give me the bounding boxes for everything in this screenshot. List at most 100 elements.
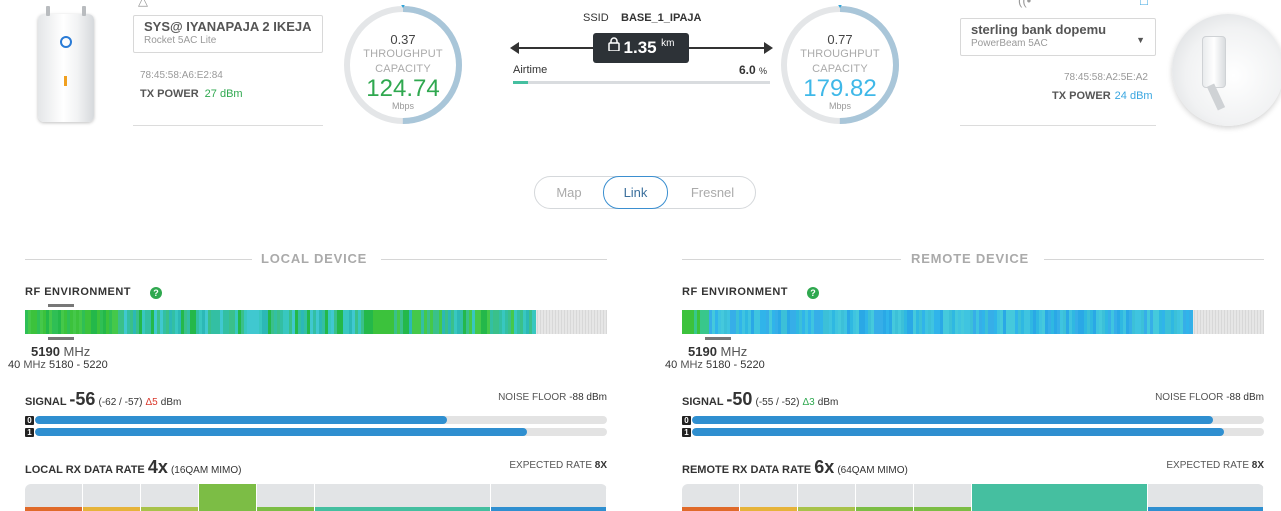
remote-noise-floor: NOISE FLOOR -88 dBm (1104, 392, 1264, 403)
local-tx-power-label: TX POWER (140, 88, 199, 100)
local-frequency: 5190 MHz (31, 344, 90, 359)
local-capacity-label: CAPACITY (375, 63, 431, 75)
local-channel-width: 40 MHz 5180 - 5220 (8, 359, 108, 371)
remote-tx-power: TX POWER 24 dBm (1052, 90, 1153, 102)
local-chain1-track (35, 428, 607, 436)
help-icon[interactable]: ? (150, 287, 162, 299)
local-freq-marker-top (48, 304, 74, 307)
remote-rate-label: REMOTE RX DATA RATE (682, 464, 812, 476)
local-chain0-label: 0 (25, 416, 34, 425)
remote-rate-segment (914, 484, 972, 511)
external-link-icon[interactable]: □ (1140, 0, 1154, 8)
remote-chain0-fill (692, 416, 1213, 424)
local-capacity-value: 124.74 (366, 75, 440, 102)
remote-freq-marker (705, 337, 731, 340)
local-noise-value: -88 dBm (569, 392, 607, 403)
local-chain0-track (35, 416, 607, 424)
local-device-title: LOCAL DEVICE (261, 251, 368, 266)
remote-signal-chains: (-55 / -52) (755, 397, 800, 408)
local-width-value: 40 (8, 359, 21, 371)
tab-fresnel[interactable]: Fresnel (668, 177, 757, 208)
remote-signal: SIGNAL -50 (-55 / -52) Δ3 dBm (682, 389, 838, 410)
remote-tx-power-value: 24 dBm (1114, 90, 1153, 102)
remote-rate-segment (856, 484, 914, 511)
chevron-down-icon: ▼ (1136, 35, 1145, 45)
remote-width-unit: MHz (680, 359, 703, 371)
remote-rate-segment (1148, 484, 1264, 511)
remote-divider (960, 125, 1156, 126)
local-tx-power: TX POWER 27 dBm (140, 88, 243, 100)
remote-device-model: PowerBeam 5AC (971, 38, 1048, 49)
remote-device-select[interactable]: sterling bank dopemu PowerBeam 5AC ▼ (960, 18, 1156, 56)
remote-title-line-left (682, 259, 901, 260)
local-signal-delta: Δ5 (145, 397, 158, 408)
local-rate-value: 4x (147, 457, 168, 477)
local-freq-unit: MHz (63, 344, 91, 359)
remote-tx-power-label: TX POWER (1052, 90, 1111, 102)
local-title-line-left (25, 259, 252, 260)
local-expected-label: EXPECTED RATE (509, 460, 592, 471)
remote-device-name: sterling bank dopemu (971, 22, 1107, 37)
ssid-value: BASE_1_IPAJA (621, 12, 702, 24)
local-rate-segment (141, 484, 199, 511)
tab-link[interactable]: Link (603, 176, 668, 209)
remote-expected-rate: EXPECTED RATE 8X (1104, 460, 1264, 471)
local-tx-power-value: 27 dBm (204, 88, 243, 100)
local-freq-value: 5190 (31, 344, 60, 359)
help-icon[interactable]: ? (807, 287, 819, 299)
local-expected-rate: EXPECTED RATE 8X (447, 460, 607, 471)
local-expected-value: 8X (594, 460, 607, 471)
local-capacity-gauge: 0.37 THROUGHPUT CAPACITY 124.74 Mbps (343, 3, 463, 125)
remote-freq-range: 5180 - 5220 (705, 359, 765, 371)
local-spectrum-fill (25, 310, 536, 334)
local-signal-unit: dBm (160, 397, 182, 408)
local-signal-chains: (-62 / -57) (98, 397, 143, 408)
arrow-right-icon (764, 42, 773, 54)
remote-spectrum-bar (682, 310, 1264, 334)
local-signal-label: SIGNAL (25, 396, 67, 408)
local-throughput-value: 0.37 (390, 32, 416, 47)
local-rate-segment (25, 484, 83, 511)
remote-chain1-track (692, 428, 1264, 436)
remote-capacity-label: CAPACITY (812, 63, 868, 75)
remote-rate-segment (972, 484, 1148, 511)
remote-channel-width: 40 MHz 5180 - 5220 (665, 359, 765, 371)
remote-chain1-fill (692, 428, 1224, 436)
remote-rate-segment (740, 484, 798, 511)
local-rf-title: RF ENVIRONMENT (25, 286, 131, 298)
tab-map[interactable]: Map (535, 177, 603, 208)
antenna-icon: △ (138, 0, 148, 8)
remote-freq-unit: MHz (720, 344, 748, 359)
local-title-line-right (381, 259, 607, 260)
remote-capacity-unit: Mbps (828, 101, 851, 111)
remote-capacity-value: 179.82 (803, 75, 877, 102)
local-chain0-fill (35, 416, 447, 424)
airtime-value: 6.0 % (739, 63, 767, 77)
local-device-name: SYS@ IYANAPAJA 2 IKEJA (144, 19, 312, 34)
airtime-number: 6.0 (739, 63, 756, 77)
distance-unit: km (661, 38, 675, 49)
remote-capacity-gauge: 0.77 THROUGHPUT CAPACITY 179.82 Mbps (780, 3, 900, 125)
remote-rate-segment (798, 484, 856, 511)
remote-device-title: REMOTE DEVICE (911, 251, 1030, 266)
local-rate-segment (315, 484, 491, 511)
local-rx-rate: LOCAL RX DATA RATE 4x (16QAM MIMO) (25, 457, 242, 478)
remote-throughput-label: THROUGHPUT (800, 48, 880, 60)
local-rate-segment (491, 484, 607, 511)
remote-noise-label: NOISE FLOOR (1155, 392, 1224, 403)
local-device-card[interactable]: SYS@ IYANAPAJA 2 IKEJA Rocket 5AC Lite (133, 15, 323, 53)
local-signal-value: -56 (69, 389, 96, 409)
lock-icon (607, 32, 620, 62)
local-rate-segment (83, 484, 141, 511)
remote-rate-scale (682, 484, 1264, 511)
local-device-image (38, 6, 94, 122)
wireless-icon: ((• (1018, 0, 1032, 8)
view-tabs: Map Link Fresnel (534, 176, 756, 209)
local-freq-range: 5180 - 5220 (48, 359, 108, 371)
remote-throughput-value: 0.77 (827, 32, 853, 47)
remote-device-image (1172, 14, 1281, 126)
remote-title-line-right (1044, 259, 1264, 260)
airtime-fill (513, 81, 529, 84)
arrow-left-icon (510, 42, 519, 54)
remote-spectrum-fill (682, 310, 1193, 334)
